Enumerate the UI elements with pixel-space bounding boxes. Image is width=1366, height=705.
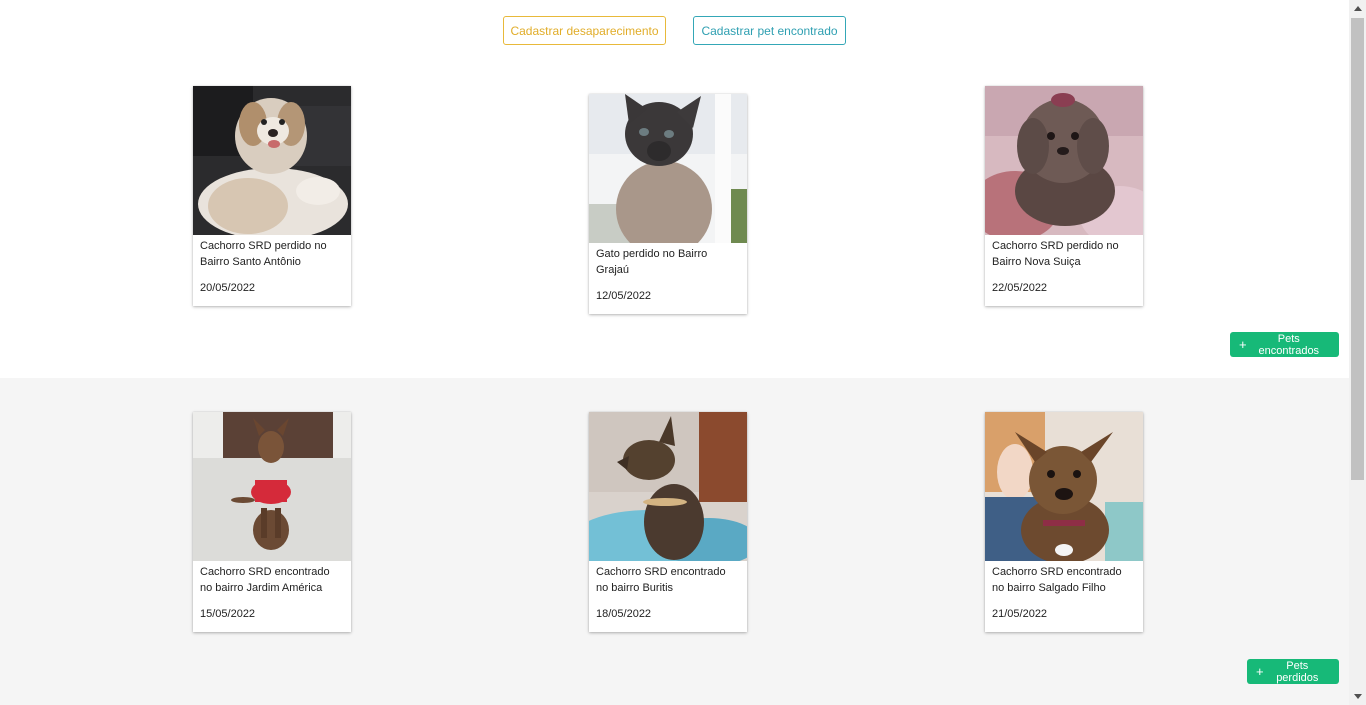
found-pet-card[interactable]: Cachorro SRD encontrado no bairro Buriti… <box>589 412 747 632</box>
pet-photo <box>589 412 747 561</box>
scroll-down-arrow-icon[interactable] <box>1349 688 1366 705</box>
pet-date: 22/05/2022 <box>992 282 1048 294</box>
lost-pet-card[interactable]: Cachorro SRD perdido no Bairro Santo Ant… <box>193 86 351 306</box>
more-lost-pets-label: Pets perdidos <box>1276 659 1319 684</box>
more-found-pets-label: Pets encontrados <box>1258 332 1320 357</box>
pet-title: Cachorro SRD encontrado no bairro Jardim… <box>200 566 330 594</box>
pet-title: Cachorro SRD perdido no Bairro Santo Ant… <box>200 240 327 268</box>
register-lost-button[interactable]: Cadastrar desaparecimento <box>503 16 666 45</box>
found-pet-card[interactable]: Cachorro SRD encontrado no bairro Jardim… <box>193 412 351 632</box>
register-found-button[interactable]: Cadastrar pet encontrado <box>693 16 846 45</box>
pet-photo <box>193 412 351 561</box>
vertical-scrollbar[interactable] <box>1349 0 1366 705</box>
lost-pet-card[interactable]: Cachorro SRD perdido no Bairro Nova Suiç… <box>985 86 1143 306</box>
scrollbar-thumb[interactable] <box>1351 18 1364 480</box>
pet-photo <box>985 412 1143 561</box>
pet-date: 21/05/2022 <box>992 608 1048 620</box>
pet-photo <box>985 86 1143 235</box>
page: Cadastrar desaparecimento Cadastrar pet … <box>0 0 1349 705</box>
pet-date: 15/05/2022 <box>200 608 256 620</box>
pet-photo <box>193 86 351 235</box>
pet-title: Cachorro SRD perdido no Bairro Nova Suiç… <box>992 240 1119 268</box>
plus-icon: + <box>1256 664 1264 679</box>
pet-title: Gato perdido no Bairro Grajaú <box>596 248 708 276</box>
pet-title: Cachorro SRD encontrado no bairro Buriti… <box>596 566 726 594</box>
pet-photo <box>589 94 747 243</box>
scroll-up-arrow-icon[interactable] <box>1349 0 1366 17</box>
found-pets-section: Cachorro SRD encontrado no bairro Jardim… <box>0 378 1349 705</box>
more-found-pets-button[interactable]: + Pets encontrados <box>1230 332 1339 357</box>
plus-icon: + <box>1239 337 1247 352</box>
lost-pets-section: Cadastrar desaparecimento Cadastrar pet … <box>0 0 1349 378</box>
lost-pet-card[interactable]: Gato perdido no Bairro Grajaú 12/05/2022 <box>589 94 747 314</box>
more-lost-pets-button[interactable]: + Pets perdidos <box>1247 659 1339 684</box>
pet-date: 18/05/2022 <box>596 608 652 620</box>
pet-title: Cachorro SRD encontrado no bairro Salgad… <box>992 566 1122 594</box>
pet-date: 12/05/2022 <box>596 290 652 302</box>
found-pet-card[interactable]: Cachorro SRD encontrado no bairro Salgad… <box>985 412 1143 632</box>
pet-date: 20/05/2022 <box>200 282 256 294</box>
